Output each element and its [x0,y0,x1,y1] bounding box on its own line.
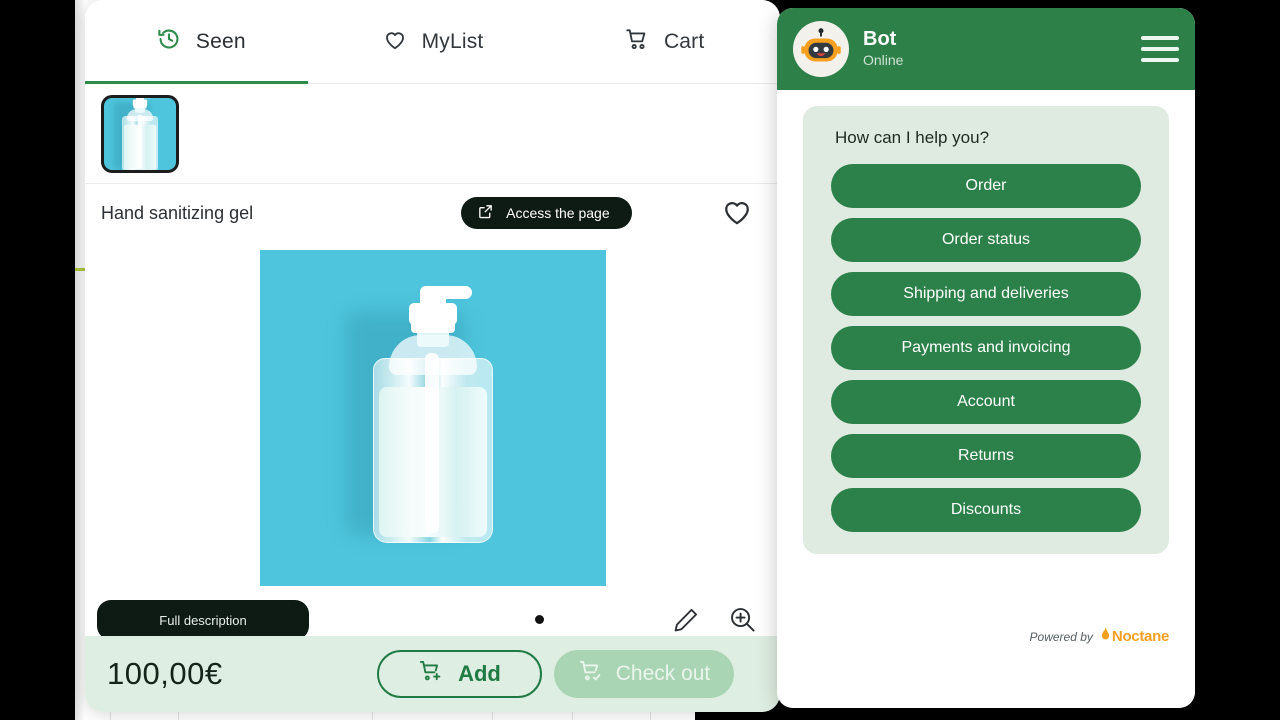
buy-bar: 100,00€ Add Check out [85,636,780,712]
product-header: Hand sanitizing gel Access the page [85,184,780,242]
tab-bar: Seen MyList Cart [85,0,780,84]
tab-cart-label: Cart [663,29,705,53]
chat-option-label: Order status [941,231,1031,248]
tab-mylist-label: MyList [421,29,484,53]
add-to-cart-button[interactable]: Add [377,650,542,698]
chat-option-payments-and-invoicing[interactable]: Payments and invoicing [831,326,1141,370]
access-the-page-button[interactable]: Access the page [461,197,632,229]
checkout-button[interactable]: Check out [554,650,734,698]
bot-prompt-text: How can I help you? [835,128,990,147]
thumbnail-item[interactable] [101,94,179,173]
product-price: 100,00€ [107,656,223,691]
bot-status: Online [863,52,904,69]
chat-widget: Bot Online How can I help you? Order Ord… [777,8,1195,708]
magnifier-plus-icon[interactable] [727,604,758,640]
cart-plus-icon [418,658,444,690]
chat-option-label: Discounts [950,501,1022,518]
noctane-brand[interactable]: Noctane [1100,627,1169,646]
history-clock-icon [156,26,182,57]
product-thumbnail-image [113,97,158,170]
product-hero-image[interactable] [259,250,606,586]
cart-icon [624,26,650,57]
add-to-cart-label: Add [458,661,501,686]
chat-body: How can I help you? Order Order status S… [777,90,1195,708]
robot-avatar-icon [793,21,849,77]
page-title: Hand sanitizing gel [101,202,254,223]
noctane-brand-label: Noctane [1111,628,1169,645]
tab-active-underline [85,81,308,84]
bot-message-bubble: How can I help you? Order Order status S… [803,106,1169,554]
tab-mylist[interactable]: MyList [317,0,549,84]
chat-option-discounts[interactable]: Discounts [831,488,1141,532]
chat-option-account[interactable]: Account [831,380,1141,424]
chat-option-label: Account [957,393,1015,410]
thumbnail-strip [85,84,780,184]
powered-by: Powered by Noctane [1030,627,1169,646]
favorite-heart-icon[interactable] [720,194,754,233]
product-panel: Seen MyList Cart Hand sanitizing gel Acc… [85,0,780,712]
chat-option-order-status[interactable]: Order status [831,218,1141,262]
bot-identity: Bot Online [863,28,903,69]
chat-header: Bot Online [777,8,1195,90]
tab-seen[interactable]: Seen [85,0,317,84]
chat-option-shipping-and-deliveries[interactable]: Shipping and deliveries [831,272,1141,316]
chat-option-label: Payments and invoicing [901,339,1071,356]
hamburger-menu-icon[interactable] [1139,36,1179,62]
pencil-icon[interactable] [671,605,701,640]
chat-option-order[interactable]: Order [831,164,1141,208]
cart-check-icon [578,658,604,690]
flame-icon [1100,627,1111,646]
heart-icon [382,26,408,57]
screen: Seen MyList Cart Hand sanitizing gel Acc… [0,0,1280,720]
chat-option-label: Returns [957,447,1015,464]
chat-option-label: Order [965,177,1007,194]
access-the-page-label: Access the page [506,205,610,221]
chat-option-returns[interactable]: Returns [831,434,1141,478]
bot-name: Bot [863,28,897,51]
powered-by-label: Powered by [1029,629,1093,644]
chat-option-label: Shipping and deliveries [903,285,1069,302]
full-description-button[interactable]: Full description [97,600,309,640]
tab-cart[interactable]: Cart [548,0,780,84]
product-image-area [85,242,780,594]
full-description-label: Full description [159,612,247,628]
carousel-dot[interactable] [535,615,544,624]
tab-seen-label: Seen [195,29,246,53]
external-link-icon [477,203,494,223]
background-page-shadow [75,0,85,720]
checkout-label: Check out [615,662,711,685]
